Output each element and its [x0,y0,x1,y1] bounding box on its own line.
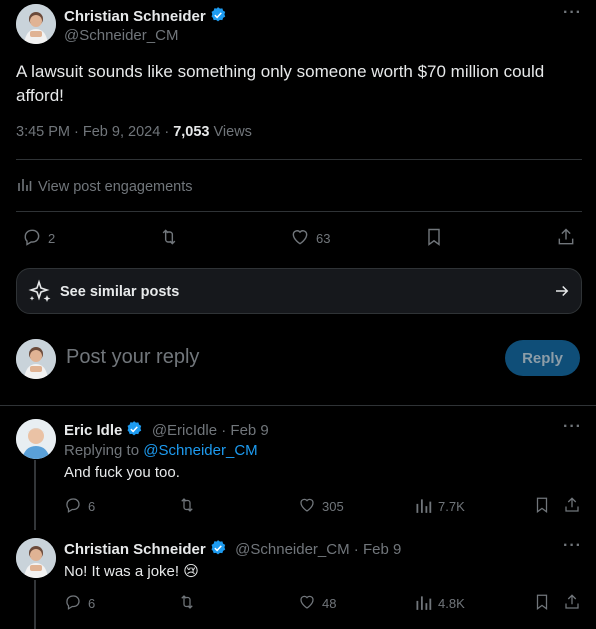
see-similar-posts-label: See similar posts [60,284,180,300]
reply-author-handle[interactable]: @EricIdle [152,422,217,439]
reply-header: Christian Schneider @Schneider_CM · Feb … [64,539,401,562]
repost-icon [178,593,196,614]
bookmark-action[interactable] [533,593,551,614]
heart-icon [298,593,316,614]
reply-count: 6 [88,499,96,514]
views-count: 4.8K [438,596,465,611]
bookmark-action[interactable] [424,227,444,250]
reply-icon [64,496,82,517]
views-count: 7.7K [438,499,465,514]
like-count: 48 [322,596,337,611]
author-avatar[interactable] [16,4,56,44]
like-action[interactable]: 63 [290,227,330,250]
replying-to-handle[interactable]: @Schneider_CM [143,442,257,459]
replying-to-label: Replying to [64,442,140,459]
bookmark-icon [533,593,551,614]
verified-badge-icon [209,6,227,29]
share-icon [556,227,576,250]
share-action[interactable] [563,593,581,614]
bookmark-icon [424,227,444,250]
reply-action[interactable]: 2 [22,227,55,250]
share-action[interactable] [556,227,576,250]
post-date[interactable]: Feb 9, 2024 [83,124,160,140]
reply-text: And fuck you too. [64,464,180,481]
like-action[interactable]: 305 [298,496,344,517]
repost-icon [178,496,196,517]
bookmark-action[interactable] [533,496,551,517]
heart-icon [298,496,316,517]
reply-date[interactable]: Feb 9 [363,541,401,558]
analytics-icon [414,593,432,614]
reply-avatar-eric[interactable] [16,419,56,459]
share-icon [563,496,581,517]
like-count: 63 [316,231,331,246]
reply-author-name[interactable]: Christian Schneider [64,541,206,558]
arrow-right-icon [553,282,571,305]
analytics-icon [414,496,432,517]
divider [0,405,596,406]
more-options-icon[interactable]: ··· [563,418,582,436]
replying-to: Replying to @Schneider_CM [64,442,258,459]
post-meta: 3:45 PM · Feb 9, 2024 · 7,053 Views [16,124,252,140]
views-label: Views [213,124,252,140]
heart-icon [290,227,310,250]
sparkle-icon [27,279,53,310]
views-action[interactable]: 4.8K [414,593,465,614]
more-options-icon[interactable]: ··· [563,4,582,22]
verified-badge-icon [209,539,227,562]
author-name[interactable]: Christian Schneider [64,8,206,25]
reply-input[interactable]: Post your reply [66,346,199,369]
like-action[interactable]: 48 [298,593,336,614]
reply-author-handle[interactable]: @Schneider_CM [235,541,349,558]
thread-line [34,460,36,530]
author-name-row: Christian Schneider [64,6,227,29]
engagements-label: View post engagements [38,178,193,195]
views-count: 7,053 [173,124,210,140]
reply-author-name[interactable]: Eric Idle [64,422,122,439]
share-action[interactable] [563,496,581,517]
reply-count: 2 [48,231,56,246]
analytics-icon [16,176,32,197]
reply-text: No! It was a joke! 😢 [64,563,199,580]
repost-icon [159,227,179,250]
repost-action[interactable] [159,227,179,250]
author-handle[interactable]: @Schneider_CM [64,27,178,44]
reply-action[interactable]: 6 [64,593,95,614]
see-similar-posts-button[interactable]: See similar posts [16,268,582,314]
verified-badge-icon [125,420,143,443]
view-engagements-link[interactable]: View post engagements [16,176,193,197]
repost-action[interactable] [178,593,196,614]
composer-avatar[interactable] [16,339,56,379]
post-text: A lawsuit sounds like something only som… [16,62,545,105]
reply-icon [22,227,42,250]
post-time[interactable]: 3:45 PM [16,124,70,140]
more-options-icon[interactable]: ··· [563,537,582,555]
bookmark-icon [533,496,551,517]
reply-action[interactable]: 6 [64,496,95,517]
reply-avatar-christian[interactable] [16,538,56,578]
repost-action[interactable] [178,496,196,517]
reply-header: Eric Idle @EricIdle · Feb 9 [64,420,269,443]
reply-button[interactable]: Reply [505,340,580,376]
share-icon [563,593,581,614]
views-action[interactable]: 7.7K [414,496,465,517]
divider [16,211,582,212]
divider [16,159,582,160]
reply-count: 6 [88,596,96,611]
reply-date[interactable]: Feb 9 [230,422,268,439]
thread-line [34,580,36,629]
like-count: 305 [322,499,344,514]
reply-icon [64,593,82,614]
